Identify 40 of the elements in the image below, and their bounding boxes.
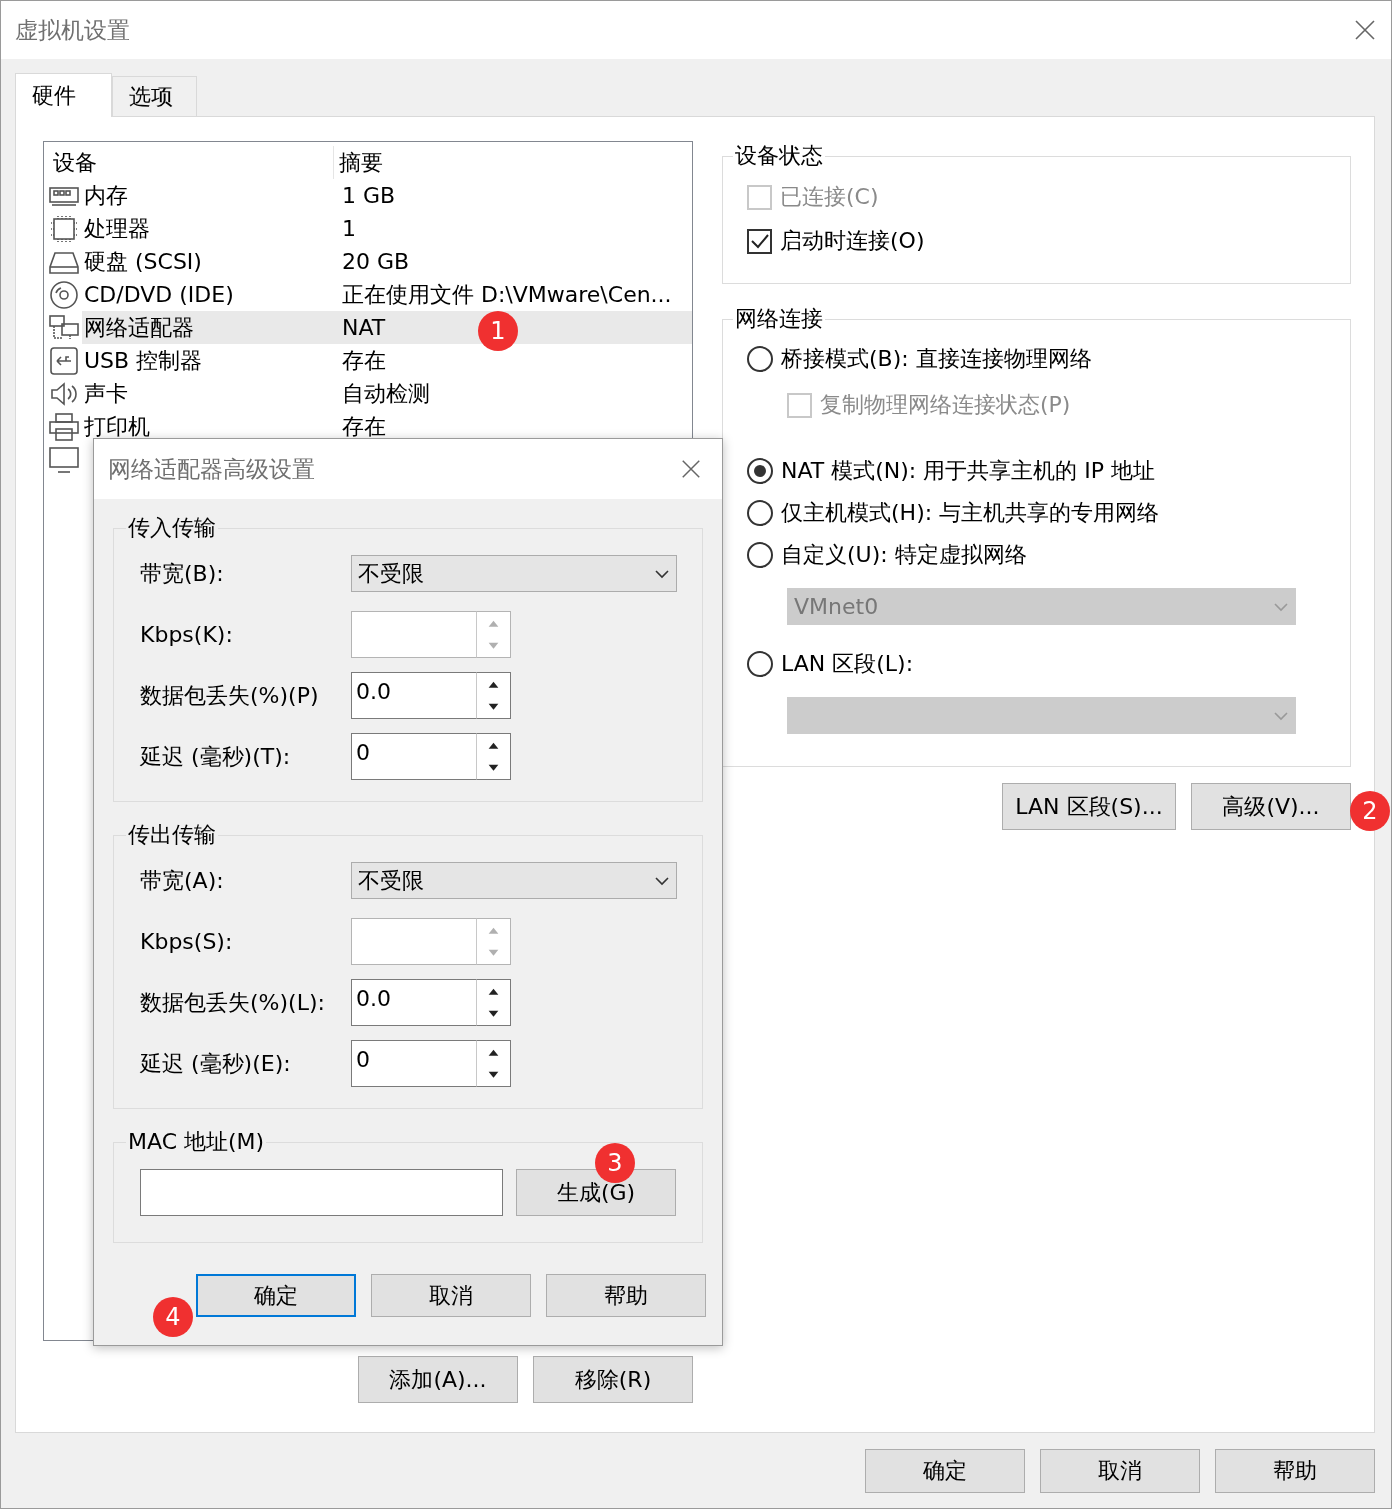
radio-label: 仅主机模式(H): 与主机共享的专用网络 bbox=[781, 499, 1160, 527]
device-summary: 存在 bbox=[341, 347, 386, 375]
device-name: 声卡 bbox=[84, 380, 129, 408]
field-label: 带宽(A): bbox=[140, 866, 225, 895]
device-summary: 存在 bbox=[341, 413, 386, 441]
device-name: 硬盘 (SCSI) bbox=[84, 248, 203, 276]
field-label: 数据包丢失(%)(P) bbox=[140, 681, 320, 710]
device-name: 打印机 bbox=[84, 413, 151, 441]
dialog-title: 网络适配器高级设置 bbox=[108, 454, 315, 484]
group-title: 网络连接 bbox=[734, 305, 824, 333]
device-name: CD/DVD (IDE) bbox=[84, 281, 235, 309]
group-title: 传入传输 bbox=[127, 514, 217, 542]
field-label: 延迟 (毫秒)(T): bbox=[140, 742, 292, 771]
device-name: 网络适配器 bbox=[84, 314, 195, 342]
field-label: 带宽(B): bbox=[140, 559, 225, 588]
group-title: 设备状态 bbox=[734, 142, 824, 170]
radio-label: NAT 模式(N): 用于共享主机的 IP 地址 bbox=[781, 457, 1155, 485]
checkbox-label: 复制物理网络连接状态(P) bbox=[820, 391, 1071, 419]
field-label: 延迟 (毫秒)(E): bbox=[140, 1049, 292, 1078]
radio-label: 桥接模式(B): 直接连接物理网络 bbox=[781, 345, 1092, 373]
field-label: Kbps(K): bbox=[140, 622, 234, 647]
device-summary: NAT bbox=[341, 314, 386, 342]
checkbox-label: 已连接(C) bbox=[780, 183, 879, 211]
device-name: 处理器 bbox=[84, 215, 151, 243]
group-title: MAC 地址(M) bbox=[127, 1128, 266, 1156]
device-summary: 1 bbox=[341, 215, 356, 243]
radio-label: LAN 区段(L): bbox=[781, 650, 914, 678]
radio-label: 自定义(U): 特定虚拟网络 bbox=[781, 541, 1027, 569]
field-label: Kbps(S): bbox=[140, 929, 234, 954]
checkbox-label: 启动时连接(O) bbox=[780, 227, 925, 255]
device-summary: 20 GB bbox=[341, 248, 410, 276]
group-title: 传出传输 bbox=[127, 821, 217, 849]
device-summary: 1 GB bbox=[341, 182, 396, 210]
device-summary: 正在使用文件 D:\VMware\Cen... bbox=[341, 281, 672, 309]
device-name: USB 控制器 bbox=[84, 347, 204, 375]
device-name: 内存 bbox=[84, 182, 129, 210]
field-label: 数据包丢失(%)(L): bbox=[140, 988, 326, 1017]
step-badge: 2 bbox=[1350, 791, 1390, 831]
window-title: 虚拟机设置 bbox=[15, 15, 130, 45]
device-summary: 自动检测 bbox=[341, 380, 430, 408]
